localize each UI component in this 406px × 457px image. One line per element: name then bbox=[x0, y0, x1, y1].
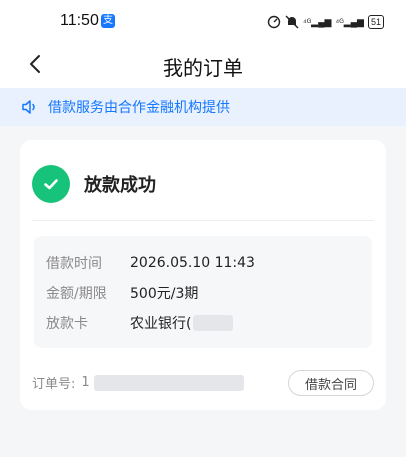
top-bar: 11:50 支 ⁴ᴳ▂▄▆ ⁴ᴳ▂▄▆ 51 我的订单 bbox=[0, 0, 406, 88]
status-icons: ⁴ᴳ▂▄▆ ⁴ᴳ▂▄▆ 51 bbox=[267, 12, 384, 32]
detail-label: 借款时间 bbox=[46, 256, 102, 272]
status-text: 放款成功 bbox=[84, 175, 156, 196]
status-row: 放款成功 bbox=[32, 164, 156, 204]
notice-text: 借款服务由合作金融机构提供 bbox=[48, 100, 230, 116]
nav-bar: 我的订单 bbox=[0, 44, 406, 88]
order-number: 订单号: 1 bbox=[32, 373, 244, 392]
speaker-icon bbox=[22, 100, 35, 114]
divider bbox=[32, 220, 374, 221]
battery-icon: 51 bbox=[367, 15, 384, 29]
detail-row-time: 借款时间 2026.05.10 11:43 bbox=[46, 252, 255, 274]
detail-value: 农业银行( bbox=[130, 316, 192, 332]
page-title: 我的订单 bbox=[163, 56, 243, 80]
redacted-card-number bbox=[193, 315, 234, 331]
alipay-badge-icon: 支 bbox=[101, 14, 115, 28]
order-card: 放款成功 借款时间 2026.05.10 11:43 金额/期限 500元/3期… bbox=[20, 140, 386, 410]
order-label: 订单号: bbox=[32, 377, 76, 392]
detail-value: 2026.05.10 11:43 bbox=[130, 255, 255, 271]
detail-row-card: 放款卡 农业银行( bbox=[46, 312, 234, 334]
signal-2-icon: ⁴ᴳ▂▄▆ bbox=[335, 16, 364, 27]
mute-bell-icon bbox=[285, 15, 299, 29]
detail-value: 500元/3期 bbox=[130, 286, 199, 302]
status-time: 11:50 bbox=[60, 12, 99, 29]
detail-row-amount: 金额/期限 500元/3期 bbox=[46, 282, 198, 304]
detail-panel: 借款时间 2026.05.10 11:43 金额/期限 500元/3期 放款卡 … bbox=[34, 236, 372, 348]
loan-contract-button[interactable]: 借款合同 bbox=[288, 370, 374, 396]
redacted-order-number bbox=[93, 374, 244, 391]
notice-bar: 借款服务由合作金融机构提供 bbox=[0, 88, 406, 126]
detail-label: 放款卡 bbox=[46, 316, 88, 332]
check-circle-icon bbox=[32, 165, 70, 203]
detail-label: 金额/期限 bbox=[46, 286, 107, 302]
status-bar: 11:50 支 ⁴ᴳ▂▄▆ ⁴ᴳ▂▄▆ 51 bbox=[0, 0, 406, 44]
order-value: 1 bbox=[81, 375, 90, 390]
signal-1-icon: ⁴ᴳ▂▄▆ bbox=[302, 16, 332, 27]
speed-icon bbox=[267, 15, 281, 29]
